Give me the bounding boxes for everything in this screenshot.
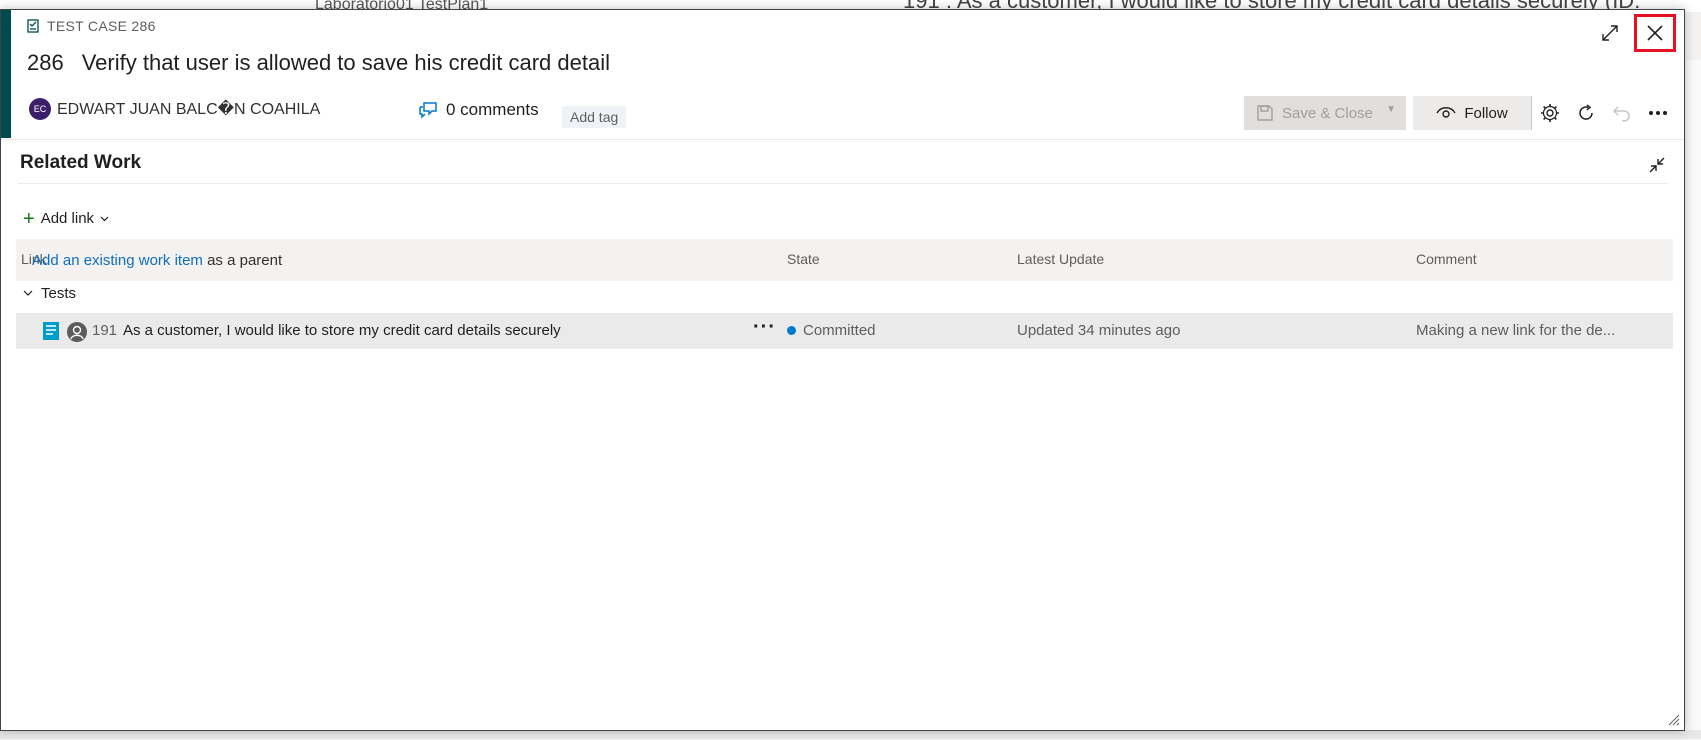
chevron-down-icon[interactable]: ▼ [1386,104,1396,115]
add-existing-work-item-link[interactable]: Add an existing work item [32,252,203,269]
more-icon [1649,111,1667,115]
state-dot [787,326,796,335]
undo-icon [1612,106,1630,122]
dialog-window-actions [1596,14,1676,52]
background-panel [1686,60,1701,740]
user-icon [70,325,84,340]
comments-icon [419,102,437,119]
type-label: TEST CASE 286 [47,18,156,34]
follow-label: Follow [1464,104,1508,122]
avatar: EC [29,98,51,120]
save-icon [1257,105,1273,121]
group-header-tests[interactable]: Tests [23,285,76,302]
state-label: Committed [803,322,876,339]
refresh-icon [1579,104,1593,120]
column-comment[interactable]: Comment [1416,251,1477,267]
background-footer [0,730,1701,739]
item-state: Committed [787,322,876,339]
follow-button[interactable]: Follow [1413,96,1531,130]
work-item-id: 286 [27,50,64,75]
more-actions-button[interactable] [1640,96,1676,130]
item-comment: Making a new link for the de... [1416,322,1616,339]
save-close-label: Save & Close [1282,104,1373,122]
test-case-icon [27,19,39,33]
work-item-title-text[interactable]: Verify that user is allowed to save his … [82,50,610,76]
work-item-title[interactable]: 286 Verify that user is allowed to save … [27,50,610,76]
add-link-label: Add link [40,210,95,227]
column-latest-update[interactable]: Latest Update [1017,251,1104,267]
item-latest-update: Updated 34 minutes ago [1017,322,1181,339]
refresh-button[interactable] [1568,96,1604,130]
settings-button[interactable] [1532,96,1568,130]
save-close-button[interactable]: Save & Close ▼ [1244,96,1406,130]
plus-icon: + [23,207,35,230]
comments-count: 0 comments [446,100,539,119]
table-row[interactable]: 191 As a customer, I would like to store… [16,313,1673,349]
row-more-button[interactable]: ··· [753,316,776,339]
add-tag-button[interactable]: Add tag [562,106,627,128]
resize-grip-icon[interactable] [1666,712,1680,726]
chevron-down-icon [23,290,33,296]
work-item-dialog: TEST CASE 286 286 Verify that user is al… [0,9,1685,731]
gear-icon [1541,104,1559,122]
group-label: Tests [41,285,77,302]
column-state[interactable]: State [787,251,820,267]
collapse-section-button[interactable] [1648,156,1666,179]
add-parent-hint: Add an existing work item as a parent [32,252,282,269]
work-item-type: TEST CASE 286 [27,18,156,34]
section-divider [18,183,1668,184]
chevron-down-icon [100,216,109,221]
comments-link[interactable]: 0 comments [418,100,539,120]
expand-icon [1602,25,1618,41]
maximize-button[interactable] [1596,19,1624,47]
close-icon [1647,25,1663,41]
work-item-toolbar: Save & Close ▼ Follow [1244,96,1676,130]
undo-button[interactable] [1604,96,1640,130]
assigned-to[interactable]: EC EDWART JUAN BALC�N COAHILA [29,98,320,120]
collapse-icon [1649,157,1665,173]
hint-suffix: as a parent [202,252,283,269]
header-divider [1,139,1684,140]
item-title-link[interactable]: As a customer, I would like to store my … [123,322,561,339]
eye-icon [1436,107,1456,118]
add-link-button[interactable]: + Add link [23,207,109,230]
close-button[interactable] [1634,14,1676,52]
user-story-icon [43,322,59,340]
section-title: Related Work [20,152,142,173]
item-id: 191 [92,322,118,339]
assignee-name[interactable]: EDWART JUAN BALC�N COAHILA [57,99,320,119]
type-accent-bar [1,10,11,138]
avatar [67,322,87,342]
